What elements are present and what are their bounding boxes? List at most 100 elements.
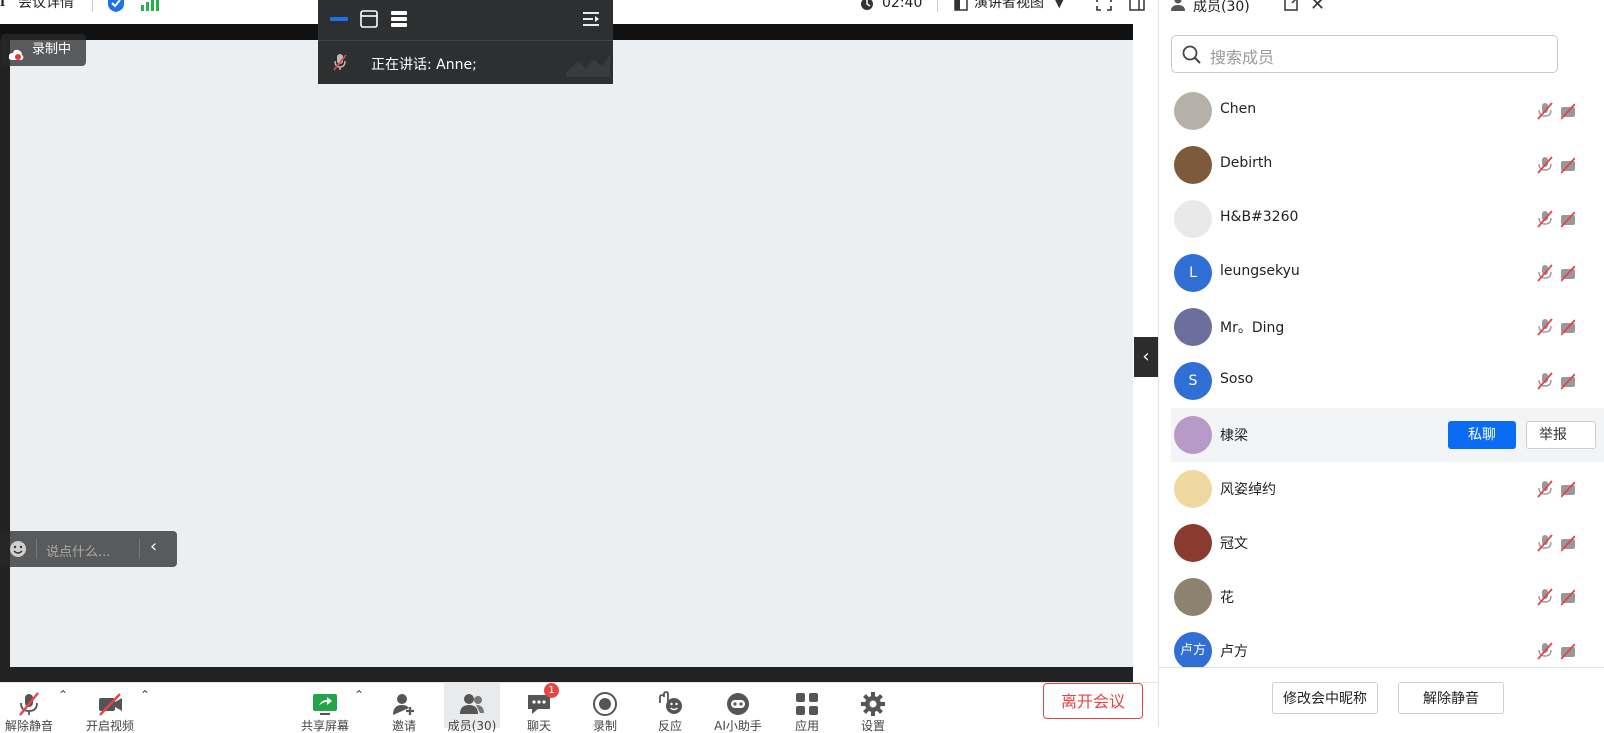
toolbar-settings[interactable]: 设置 (848, 683, 898, 732)
mic-muted-icon[interactable] (1537, 372, 1553, 390)
toolbar-label: 录制 (592, 719, 617, 733)
mic-muted-icon[interactable] (1537, 264, 1553, 282)
member-name: Mr。Ding (1220, 320, 1285, 336)
toolbar-unmute[interactable]: 解除静音 (4, 683, 54, 732)
mic-muted-icon[interactable] (1537, 588, 1553, 606)
divider (92, 0, 93, 12)
timer-icon (859, 0, 875, 15)
members-icon (1171, 0, 1189, 16)
toolbar-ai-assistant[interactable]: AI小助手 (713, 683, 763, 732)
grid-layout-icon[interactable] (390, 10, 408, 32)
toolbar-members[interactable]: 成员(30) (444, 683, 500, 732)
avatar: S (1174, 362, 1212, 400)
info-icon[interactable]: ℹ (0, 0, 12, 10)
shield-check-icon[interactable] (107, 0, 125, 16)
mic-muted-icon (333, 53, 347, 75)
collapse-list-icon[interactable] (582, 10, 600, 32)
mic-muted-icon[interactable] (1537, 102, 1553, 120)
window-icon[interactable] (360, 10, 378, 32)
member-row[interactable]: 花 (1171, 570, 1604, 624)
unmute-all-button[interactable]: 解除静音 (1398, 682, 1504, 714)
camera-off-icon[interactable] (1560, 156, 1576, 174)
camera-off-icon[interactable] (1560, 102, 1576, 120)
chevron-left-icon[interactable]: ‹ (150, 536, 157, 557)
mic-muted-icon[interactable] (1537, 534, 1553, 552)
member-row[interactable]: Chen (1171, 84, 1604, 138)
divider (318, 40, 613, 41)
minimize-icon[interactable] (330, 17, 348, 21)
member-row[interactable]: 卢方 卢方 (1171, 624, 1604, 667)
mic-muted-icon[interactable] (1537, 642, 1553, 660)
toolbar-label: 反应 (657, 719, 682, 733)
signal-icon[interactable] (141, 0, 159, 15)
toolbar-video[interactable]: 开启视频 (85, 683, 135, 732)
popout-icon[interactable] (1284, 0, 1300, 15)
divider (937, 0, 938, 12)
member-name: Soso (1220, 371, 1254, 387)
audio-wave-icon (566, 53, 610, 81)
camera-off-icon[interactable] (1560, 534, 1576, 552)
members-panel-header: 成员(30) ✕ (1159, 0, 1604, 18)
close-icon[interactable]: ✕ (1310, 0, 1325, 15)
side-panel-toggle-icon[interactable] (1129, 0, 1145, 15)
chevron-up-icon[interactable]: ⌃ (354, 688, 364, 702)
emoji-icon[interactable] (9, 540, 27, 562)
avatar-initials: 卢方 (1179, 643, 1206, 658)
camera-off-icon[interactable] (1560, 480, 1576, 498)
camera-off-icon[interactable] (1560, 318, 1576, 336)
toolbar-invite[interactable]: 邀请 (379, 683, 429, 732)
ai-assistant-icon (725, 691, 751, 717)
avatar (1174, 416, 1212, 454)
leave-meeting-button[interactable]: 离开会议 (1043, 683, 1143, 719)
mic-muted-icon[interactable] (1537, 156, 1553, 174)
camera-off-icon[interactable] (1560, 372, 1576, 390)
camera-off-icon[interactable] (1560, 642, 1576, 660)
camera-off-icon[interactable] (1560, 588, 1576, 606)
view-mode-dropdown[interactable]: 演讲者视图 (974, 0, 1044, 10)
chevron-up-icon[interactable]: ⌃ (58, 688, 68, 702)
member-name: 花 (1220, 590, 1234, 606)
speaker-panel: 正在讲话: Anne; (318, 0, 613, 84)
camera-off-icon[interactable] (1560, 264, 1576, 282)
member-row[interactable]: Mr。Ding (1171, 300, 1604, 354)
member-row[interactable]: H&B#3260 (1171, 192, 1604, 246)
member-name: 冠文 (1220, 536, 1248, 552)
fullscreen-icon[interactable] (1096, 0, 1112, 15)
private-chat-button[interactable]: 私聊 (1448, 421, 1516, 449)
rename-button[interactable]: 修改会中昵称 (1272, 682, 1378, 714)
report-button[interactable]: 举报 (1526, 421, 1596, 449)
collapse-panel-button[interactable]: ‹ (1134, 337, 1158, 377)
chat-input-bar[interactable]: 说点什么... ‹ (0, 531, 177, 567)
toolbar-label: 共享屏幕 (300, 719, 349, 733)
member-row[interactable]: L leungsekyu (1171, 246, 1604, 300)
member-row[interactable]: S Soso (1171, 354, 1604, 408)
chevron-up-icon[interactable]: ⌃ (140, 688, 150, 702)
member-name: 棣梁 (1220, 428, 1248, 444)
avatar (1174, 308, 1212, 346)
member-row[interactable]: 风姿绰约 (1171, 462, 1604, 516)
toolbar-chat[interactable]: 1 聊天 (514, 683, 564, 732)
speaker-panel-tools (318, 0, 613, 40)
member-row[interactable]: Debirth (1171, 138, 1604, 192)
avatar (1174, 146, 1212, 184)
avatar (1174, 470, 1212, 508)
member-row[interactable]: 棣梁 私聊 举报 (1171, 408, 1604, 462)
member-search-input[interactable]: 搜索成员 (1171, 35, 1558, 73)
toolbar-record[interactable]: 录制 (580, 683, 630, 732)
member-row[interactable]: 冠文 (1171, 516, 1604, 570)
divider (1159, 667, 1604, 668)
mic-muted-icon[interactable] (1537, 210, 1553, 228)
camera-off-icon[interactable] (1560, 210, 1576, 228)
toolbar-share-screen[interactable]: 共享屏幕 (300, 683, 350, 732)
mic-muted-icon[interactable] (1537, 480, 1553, 498)
recording-badge[interactable]: 录制中 (1, 34, 86, 66)
chat-input-placeholder[interactable]: 说点什么... (46, 541, 110, 560)
toolbar-reaction[interactable]: 反应 (645, 683, 695, 732)
meeting-details-link[interactable]: 会议详情 (18, 0, 74, 10)
toolbar-apps[interactable]: 应用 (782, 683, 832, 732)
mic-muted-icon[interactable] (1537, 318, 1553, 336)
view-mode-icon[interactable] (954, 0, 968, 15)
members-panel-title: 成员(30) (1193, 0, 1250, 15)
member-name: Chen (1220, 101, 1257, 117)
chevron-down-icon[interactable]: ▼ (1055, 0, 1063, 10)
